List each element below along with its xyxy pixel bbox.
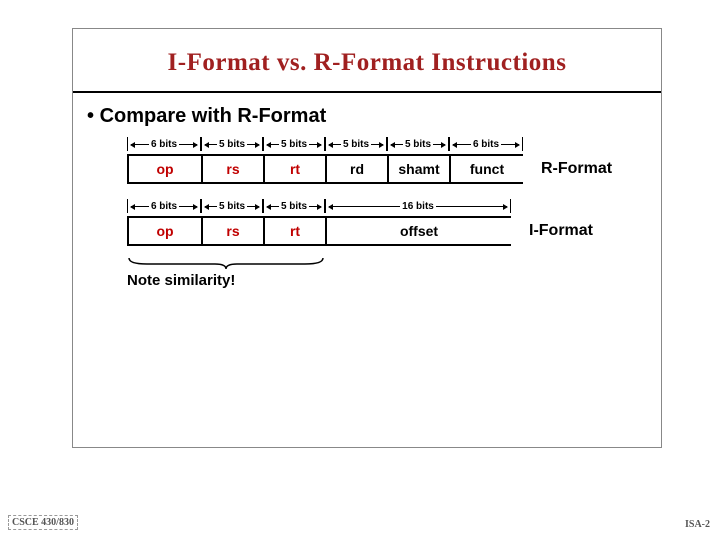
bits-label: 5 bits: [403, 139, 433, 150]
note-row: Note similarity!: [87, 256, 647, 289]
page-title: I-Format vs. R-Format Instructions: [73, 29, 661, 93]
field-op: op: [127, 216, 201, 246]
note-text: Note similarity!: [127, 272, 647, 289]
field-funct: funct: [449, 154, 523, 184]
bits-label: 16 bits: [400, 201, 436, 212]
bits-label: 5 bits: [279, 201, 309, 212]
bits-label: 5 bits: [341, 139, 371, 150]
rformat-bits-row: 6 bits 5 bits 5 bits 5 bits 5 bits 6 bit…: [127, 136, 647, 152]
bits-label: 5 bits: [279, 139, 309, 150]
bits-label: 6 bits: [471, 139, 501, 150]
footer-pagenum: ISA-2: [685, 519, 710, 530]
field-op: op: [127, 154, 201, 184]
rformat-diagram: 6 bits 5 bits 5 bits 5 bits 5 bits 6 bit…: [87, 136, 647, 184]
field-rs: rs: [201, 154, 263, 184]
field-rd: rd: [325, 154, 387, 184]
iformat-diagram: 6 bits 5 bits 5 bits 16 bits op rs rt of…: [87, 198, 647, 246]
field-rt: rt: [263, 154, 325, 184]
field-rs: rs: [201, 216, 263, 246]
slide-frame: I-Format vs. R-Format Instructions Compa…: [72, 28, 662, 448]
bullet-compare: Compare with R-Format: [87, 105, 647, 128]
footer-course: CSCE 430/830: [8, 515, 78, 530]
brace-icon: [127, 256, 647, 270]
field-rt: rt: [263, 216, 325, 246]
content-area: Compare with R-Format 6 bits 5 bits 5 bi…: [73, 93, 661, 301]
iformat-label: I-Format: [529, 222, 593, 240]
iformat-bits-row: 6 bits 5 bits 5 bits 16 bits: [127, 198, 647, 214]
bits-label: 6 bits: [149, 139, 179, 150]
iformat-fields-row: op rs rt offset I-Format: [127, 216, 647, 246]
rformat-label: R-Format: [541, 160, 612, 178]
field-shamt: shamt: [387, 154, 449, 184]
rformat-fields-row: op rs rt rd shamt funct R-Format: [127, 154, 647, 184]
bits-label: 5 bits: [217, 139, 247, 150]
bits-label: 6 bits: [149, 201, 179, 212]
field-offset: offset: [325, 216, 511, 246]
bits-label: 5 bits: [217, 201, 247, 212]
